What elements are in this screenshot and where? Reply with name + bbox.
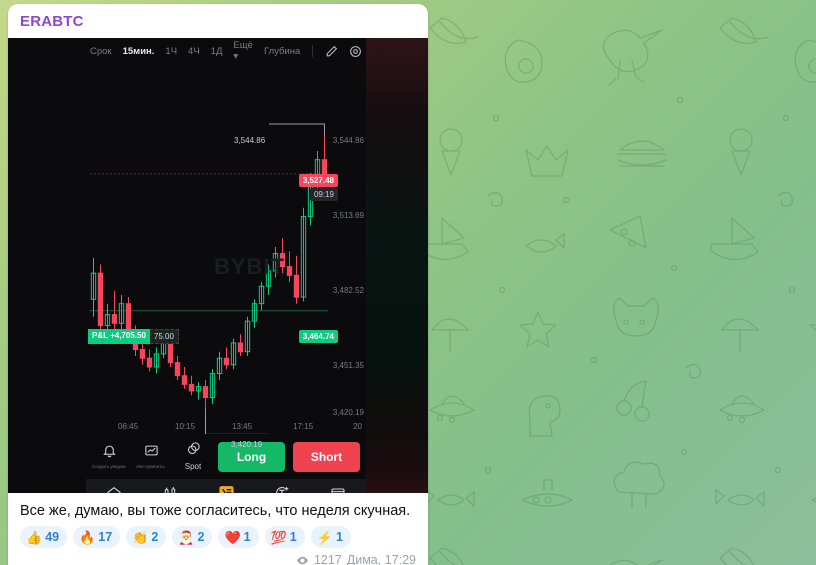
low-marker-label: 3,420.19 <box>231 440 263 449</box>
nav-item-earn[interactable]: Earn <box>254 485 310 493</box>
last-price-tag: 3,527.48 <box>298 174 338 187</box>
depth-label[interactable]: Глубина <box>264 46 300 57</box>
time-tick-1: 10:15 <box>175 422 196 431</box>
time-tick-2: 13:45 <box>232 422 253 431</box>
screenshot-left-letterbox <box>8 38 86 493</box>
reaction-chip[interactable]: 💯 1 <box>264 526 305 549</box>
pnl-value: P&L +4,705.50 <box>88 329 150 344</box>
entry-price-tag: 3,464.74 <box>298 330 338 343</box>
time-tick-4: 20 <box>353 422 362 431</box>
message-meta: 1217 Дима, 17:29 <box>8 552 428 565</box>
reaction-emoji: ⚡ <box>316 529 333 545</box>
reaction-count: 17 <box>98 530 113 545</box>
high-marker-label: 3,544.86 <box>234 136 266 145</box>
chevron-down-icon: ▾ <box>233 51 239 62</box>
reaction-emoji: 👏 <box>132 529 149 545</box>
bell-icon <box>102 443 117 463</box>
bottom-navigation: Главная Рынки <box>86 479 366 493</box>
views-count: 1217 <box>313 553 342 565</box>
settings-target-icon[interactable] <box>349 45 362 58</box>
reaction-count: 1 <box>289 530 297 545</box>
earn-icon <box>274 485 290 493</box>
nav-item-assets[interactable]: Активы <box>310 485 366 493</box>
period-label: Срок <box>90 45 112 57</box>
price-tick-3: 3,451.35 <box>332 361 364 370</box>
more-dropdown[interactable]: Ещё ▾ <box>233 40 253 62</box>
reaction-emoji: 🔥 <box>79 529 96 545</box>
link-preview-title[interactable]: ERABTC <box>8 4 428 38</box>
reaction-count: 2 <box>151 530 159 545</box>
reaction-chip[interactable]: 🎅 2 <box>172 526 213 549</box>
nav-item-home[interactable]: Главная <box>86 485 142 493</box>
embedded-app-screenshot: Срок 15мин. 1Ч 4Ч 1Д Ещё ▾ Глубина BYBIT… <box>8 38 428 493</box>
interval-1h[interactable]: 1Ч <box>165 46 177 57</box>
trade-action-bar: Создать уведом. Инструменты Spot Long Sh… <box>86 434 366 479</box>
pnl-badge: P&L +4,705.50 75.00 <box>88 329 179 344</box>
reaction-count: 49 <box>45 530 60 545</box>
home-icon <box>106 485 122 493</box>
reaction-chip[interactable]: 🔥 17 <box>73 526 121 549</box>
candle-series <box>90 123 328 434</box>
spot-button[interactable]: Spot <box>176 441 210 472</box>
time-tick-3: 17:15 <box>293 422 314 431</box>
position-quantity: 75.00 <box>149 329 179 344</box>
candlestick-chart[interactable]: BYBIT 3,544.86 3,420.19 3,544.86 3,513.6… <box>86 64 366 449</box>
interval-1d[interactable]: 1Д <box>211 46 223 57</box>
create-alert-label: Создать уведом. <box>91 464 127 470</box>
telegram-message-bubble: ERABTC Срок 15мин. 1Ч 4Ч 1Д Ещё ▾ Глубин… <box>8 4 428 565</box>
tools-label: Инструменты <box>136 464 166 470</box>
reaction-chip[interactable]: 👏 2 <box>126 526 167 549</box>
reaction-count: 1 <box>243 530 251 545</box>
price-tick-0: 3,544.86 <box>332 136 364 145</box>
short-button[interactable]: Short <box>293 441 360 472</box>
tools-button[interactable]: Инструменты <box>134 443 168 471</box>
price-tick-1: 3,513.69 <box>332 211 364 220</box>
screenshot-right-letterbox <box>366 38 428 493</box>
spot-circles-icon <box>186 441 201 461</box>
interval-15m[interactable]: 15мин. <box>123 46 155 57</box>
spot-label: Spot <box>184 462 202 472</box>
last-time-tag: 09:19 <box>309 188 338 201</box>
reaction-chip[interactable]: ⚡ 1 <box>310 526 351 549</box>
reaction-count: 2 <box>197 530 205 545</box>
bybit-app-frame: Срок 15мин. 1Ч 4Ч 1Д Ещё ▾ Глубина BYBIT… <box>86 38 366 493</box>
reaction-emoji: 🎅 <box>178 529 195 545</box>
author-and-time: Дима, 17:29 <box>346 553 416 565</box>
time-tick-0: 06:45 <box>118 422 139 431</box>
reaction-emoji: ❤️ <box>224 529 241 545</box>
nav-item-trade[interactable]: Торговать <box>198 484 254 493</box>
nav-item-markets[interactable]: Рынки <box>142 485 198 493</box>
trade-icon <box>218 484 235 493</box>
reaction-list: 👍 49 🔥 17 👏 2 🎅 2 ❤️ 1 💯 1 ⚡ 1 <box>8 526 428 552</box>
pencil-icon[interactable] <box>325 45 338 58</box>
interval-4h[interactable]: 4Ч <box>188 46 200 57</box>
chart-tools-icon <box>144 443 159 463</box>
reaction-count: 1 <box>335 530 343 545</box>
bybit-watermark: BYBIT <box>214 254 285 279</box>
reaction-emoji: 👍 <box>26 529 43 545</box>
toolbar-divider <box>312 45 313 57</box>
reaction-chip[interactable]: ❤️ 1 <box>218 526 259 549</box>
reaction-chip[interactable]: 👍 49 <box>20 526 68 549</box>
message-text: Все же, думаю, вы тоже согласитесь, что … <box>20 503 411 519</box>
reaction-emoji: 💯 <box>270 529 287 545</box>
wallet-icon <box>330 485 346 493</box>
price-tick-4: 3,420.19 <box>332 408 364 417</box>
views-eye-icon <box>296 554 309 565</box>
price-tick-2: 3,482.52 <box>332 286 364 295</box>
create-alert-button[interactable]: Создать уведом. <box>92 443 126 471</box>
more-label: Ещё <box>233 40 253 51</box>
candles-icon <box>162 485 178 493</box>
chart-toolbar: Срок 15мин. 1Ч 4Ч 1Д Ещё ▾ Глубина <box>86 38 366 64</box>
